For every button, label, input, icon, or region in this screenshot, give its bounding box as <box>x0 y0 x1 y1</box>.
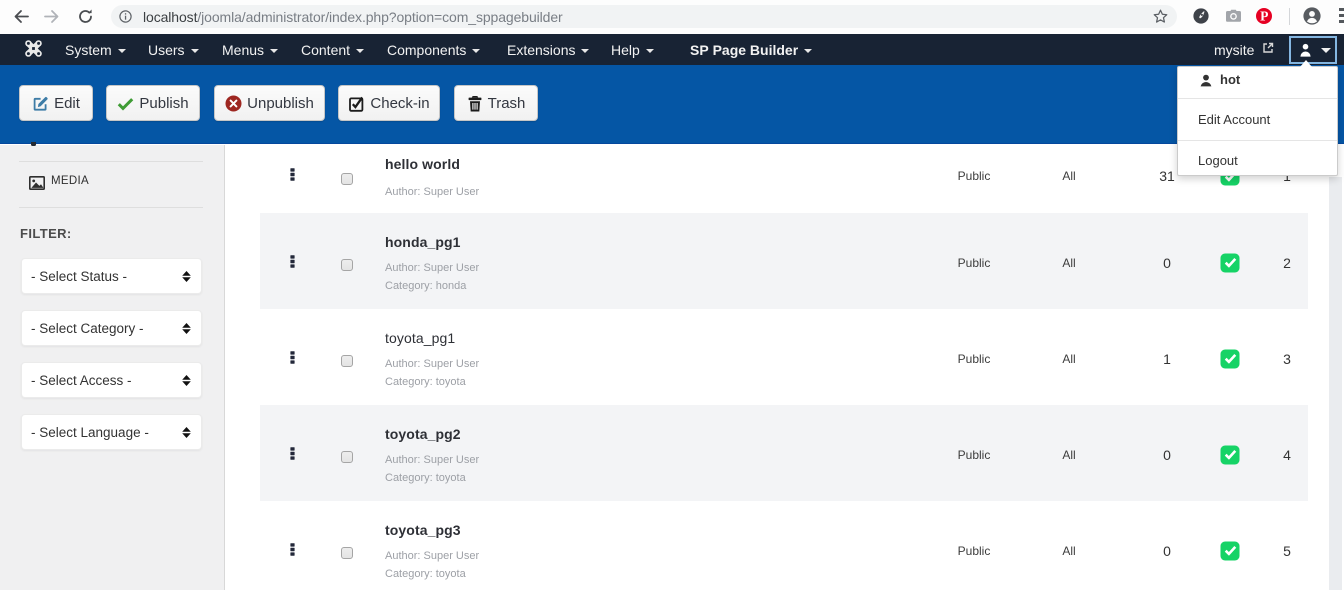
svg-text:P: P <box>1260 9 1268 24</box>
